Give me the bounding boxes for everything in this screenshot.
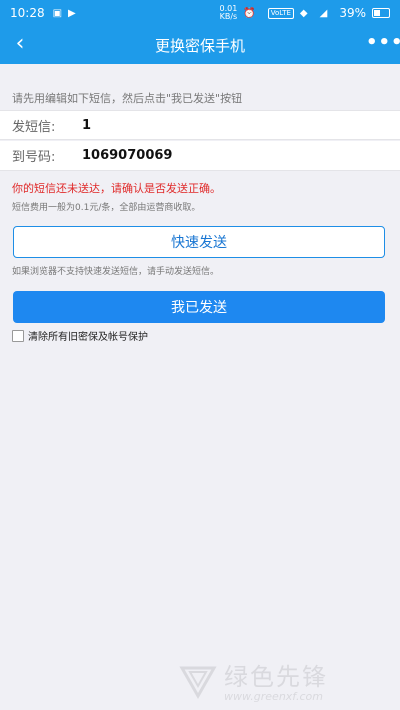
quick-send-button[interactable]: 快速发送 — [13, 226, 385, 258]
wifi-icon: ◆ — [299, 7, 308, 19]
page-title: 更换密保手机 — [154, 36, 245, 55]
status-time: 10:28 — [10, 6, 45, 20]
fee-note: 短信费用一般为0.1元/条，全部由运营商收取。 — [12, 203, 201, 213]
nav-bar: ‹ 更换密保手机 ••• — [0, 26, 400, 64]
battery-percent: 39% — [339, 6, 366, 20]
watermark-logo-icon — [179, 666, 217, 700]
sms-content-label: 发短信: — [12, 119, 56, 135]
signal-icon: ◢ — [319, 7, 328, 19]
more-menu-icon[interactable]: ••• — [366, 34, 400, 56]
sent-button[interactable]: 我已发送 — [13, 291, 385, 323]
watermark-url: www.greenxf.com — [224, 690, 323, 703]
warning-text: 你的短信还未送达，请确认是否发送正确。 — [12, 182, 221, 195]
instruction-text: 请先用编辑如下短信，然后点击"我已发送"按钮 — [12, 92, 243, 105]
volte-badge: VoLTE — [267, 7, 294, 19]
battery-icon — [372, 8, 390, 18]
manual-send-hint: 如果浏览器不支持快速发送短信，请手动发送短信。 — [12, 267, 220, 277]
sms-number-row: 到号码: 1069070069 — [0, 141, 400, 171]
sim-icon: ▣ — [52, 7, 63, 19]
video-icon: ▶ — [68, 7, 76, 19]
watermark: 绿色先锋 www.greenxf.com — [178, 655, 388, 705]
sms-content-row: 发短信: 1 — [0, 110, 400, 140]
clear-protection-option[interactable]: 清除所有旧密保及帐号保护 — [12, 328, 148, 343]
clear-protection-label: 清除所有旧密保及帐号保护 — [28, 332, 148, 343]
clear-protection-checkbox[interactable] — [12, 329, 24, 342]
watermark-text: 绿色先锋 — [224, 663, 328, 691]
sms-number-value: 1069070069 — [82, 148, 173, 163]
sms-content-value: 1 — [82, 117, 92, 133]
status-bar: 10:28 ▣ ▶ 0.01 KB/s ⏰ VoLTE ◆ ◢ 39% — [0, 0, 400, 26]
alarm-icon: ⏰ — [243, 7, 256, 19]
back-chevron-icon[interactable]: ‹ — [8, 32, 32, 58]
sms-number-label: 到号码: — [12, 150, 56, 165]
network-speed: 0.01 KB/s — [219, 4, 238, 21]
